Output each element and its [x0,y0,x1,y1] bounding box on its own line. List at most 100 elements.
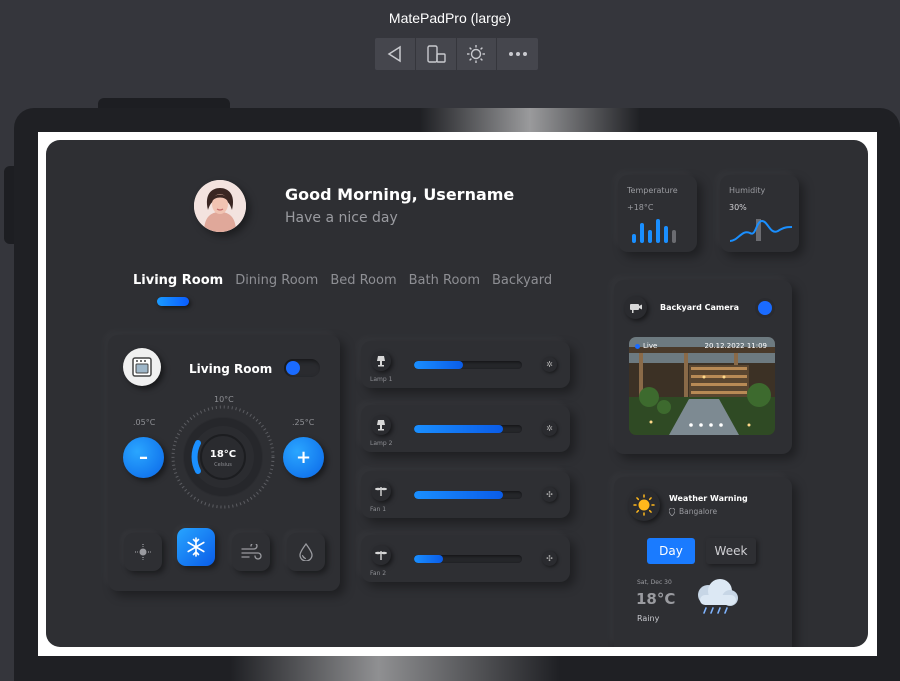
emulator-toolbar [375,38,538,70]
user-photo-icon [194,180,246,232]
weather-title: Weather Warning [669,494,748,503]
humidity-value: 30% [729,203,747,212]
humidity-title: Humidity [729,186,766,195]
tab-bed-room[interactable]: Bed Room [330,273,396,288]
rotate-device-icon [426,45,446,63]
camera-title: Backyard Camera [660,303,740,312]
device-slider-card: Lamp 2 ✲ [361,405,570,452]
humidity-wave-chart [729,219,793,242]
decrease-temp-button[interactable]: – [123,437,164,478]
device-slider-card: Lamp 1 ✲ [361,341,570,388]
device-level-fill [414,555,444,563]
more-button[interactable] [497,38,538,70]
snowflake-icon [187,537,205,557]
wind-icon [241,544,262,560]
device-label: Lamp 2 [370,440,393,447]
mode-fan-button[interactable] [232,533,270,571]
brightness-button[interactable] [457,38,498,70]
mode-sun-button[interactable] [124,533,162,571]
back-triangle-icon [387,45,401,63]
live-label: Live [643,342,658,350]
living-room-title: Living Room [189,362,273,376]
temperature-unit: Celsius [214,462,232,468]
backyard-feed-image [629,337,775,435]
device-level-slider[interactable] [414,425,522,433]
tab-backyard[interactable]: Backyard [492,273,552,288]
fan-icon [371,545,391,565]
temp-bar [648,230,652,243]
temp-bar [640,223,644,243]
tab-week[interactable]: Week [706,538,756,564]
current-temperature: 18°C [209,449,237,460]
camera-feed[interactable]: Live 20.12.2022 11:09 [629,337,775,435]
active-tab-indicator [157,297,189,306]
oven-icon-button[interactable] [123,348,161,386]
temp-bar [664,226,668,243]
device-label: Lamp 1 [370,376,393,383]
lamp-icon [371,415,391,435]
device-sheen-top [420,108,640,132]
device-level-slider[interactable] [414,555,522,563]
temperature-title: Temperature [627,186,678,195]
fan-speed-icon[interactable]: ✣ [542,551,557,566]
device-level-slider[interactable] [414,361,522,369]
living-room-power-toggle[interactable] [284,359,320,377]
device-level-fill [414,361,463,369]
live-dot [635,343,640,349]
location-pin-icon [669,507,675,516]
settings-icon[interactable]: ✲ [542,421,557,436]
top-temp-label: 10°C [214,395,234,404]
max-temp-label: .25°C [292,418,315,427]
camera-timestamp: 20.12.2022 11:09 [704,342,767,350]
emulator-title: MatePadPro (large) [388,10,512,26]
more-icon [508,52,527,56]
lamp-icon [371,351,391,371]
location-row: Bangalore [669,507,717,516]
back-button[interactable] [375,38,416,70]
temp-bar [656,219,660,243]
increase-temp-button[interactable]: + [283,437,324,478]
sun-icon [633,494,655,516]
weather-location: Bangalore [679,507,718,516]
temp-bar [632,234,636,243]
temp-bar [672,230,676,243]
settings-icon[interactable]: ✲ [542,357,557,372]
toggle-knob [286,361,300,375]
sun-icon [135,544,151,560]
room-tabs: Living Room Dining Room Bed Room Bath Ro… [133,273,564,288]
device-level-fill [414,425,503,433]
backyard-camera-card: Backyard Camera Live 20.12.2022 11:09 [614,280,792,454]
device-level-slider[interactable] [414,491,522,499]
humidity-tile[interactable]: Humidity 30% [720,175,799,252]
tab-bath-room[interactable]: Bath Room [409,273,480,288]
avatar[interactable] [194,180,246,232]
weather-temperature: 18°C [636,590,676,608]
camera-toggle[interactable] [758,301,772,315]
mode-cool-button[interactable] [177,528,215,566]
temperature-tile[interactable]: Temperature +18°C [618,175,697,252]
fan-icon [371,481,391,501]
device-level-fill [414,491,503,499]
weather-icon-button [628,489,660,521]
device-slider-card: Fan 2 ✣ [361,535,570,582]
oven-icon [132,357,152,377]
weather-warning-card: Weather Warning Bangalore Day Week Sat, … [614,477,792,647]
rotate-button[interactable] [416,38,457,70]
device-label: Fan 2 [370,570,387,577]
camera-icon-button[interactable] [624,296,647,319]
rain-cloud-icon [698,579,738,614]
weather-date: Sat, Dec 30 [637,579,672,586]
security-camera-icon [629,303,642,313]
device-sheen-bottom [230,656,560,681]
smart-home-app: Good Morning, Username Have a nice day L… [46,140,868,647]
mode-dry-button[interactable] [287,533,325,571]
temperature-value: +18°C [627,203,654,212]
tab-dining-room[interactable]: Dining Room [235,273,318,288]
min-temp-label: .05°C [133,418,156,427]
living-room-card: Living Room .05°C 10°C .25°C – + 18°C Ce… [108,335,340,591]
tab-day[interactable]: Day [647,538,695,564]
device-label: Fan 1 [370,506,387,513]
fan-speed-icon[interactable]: ✣ [542,487,557,502]
weather-condition: Rainy [637,614,660,623]
tab-living-room[interactable]: Living Room [133,273,223,288]
